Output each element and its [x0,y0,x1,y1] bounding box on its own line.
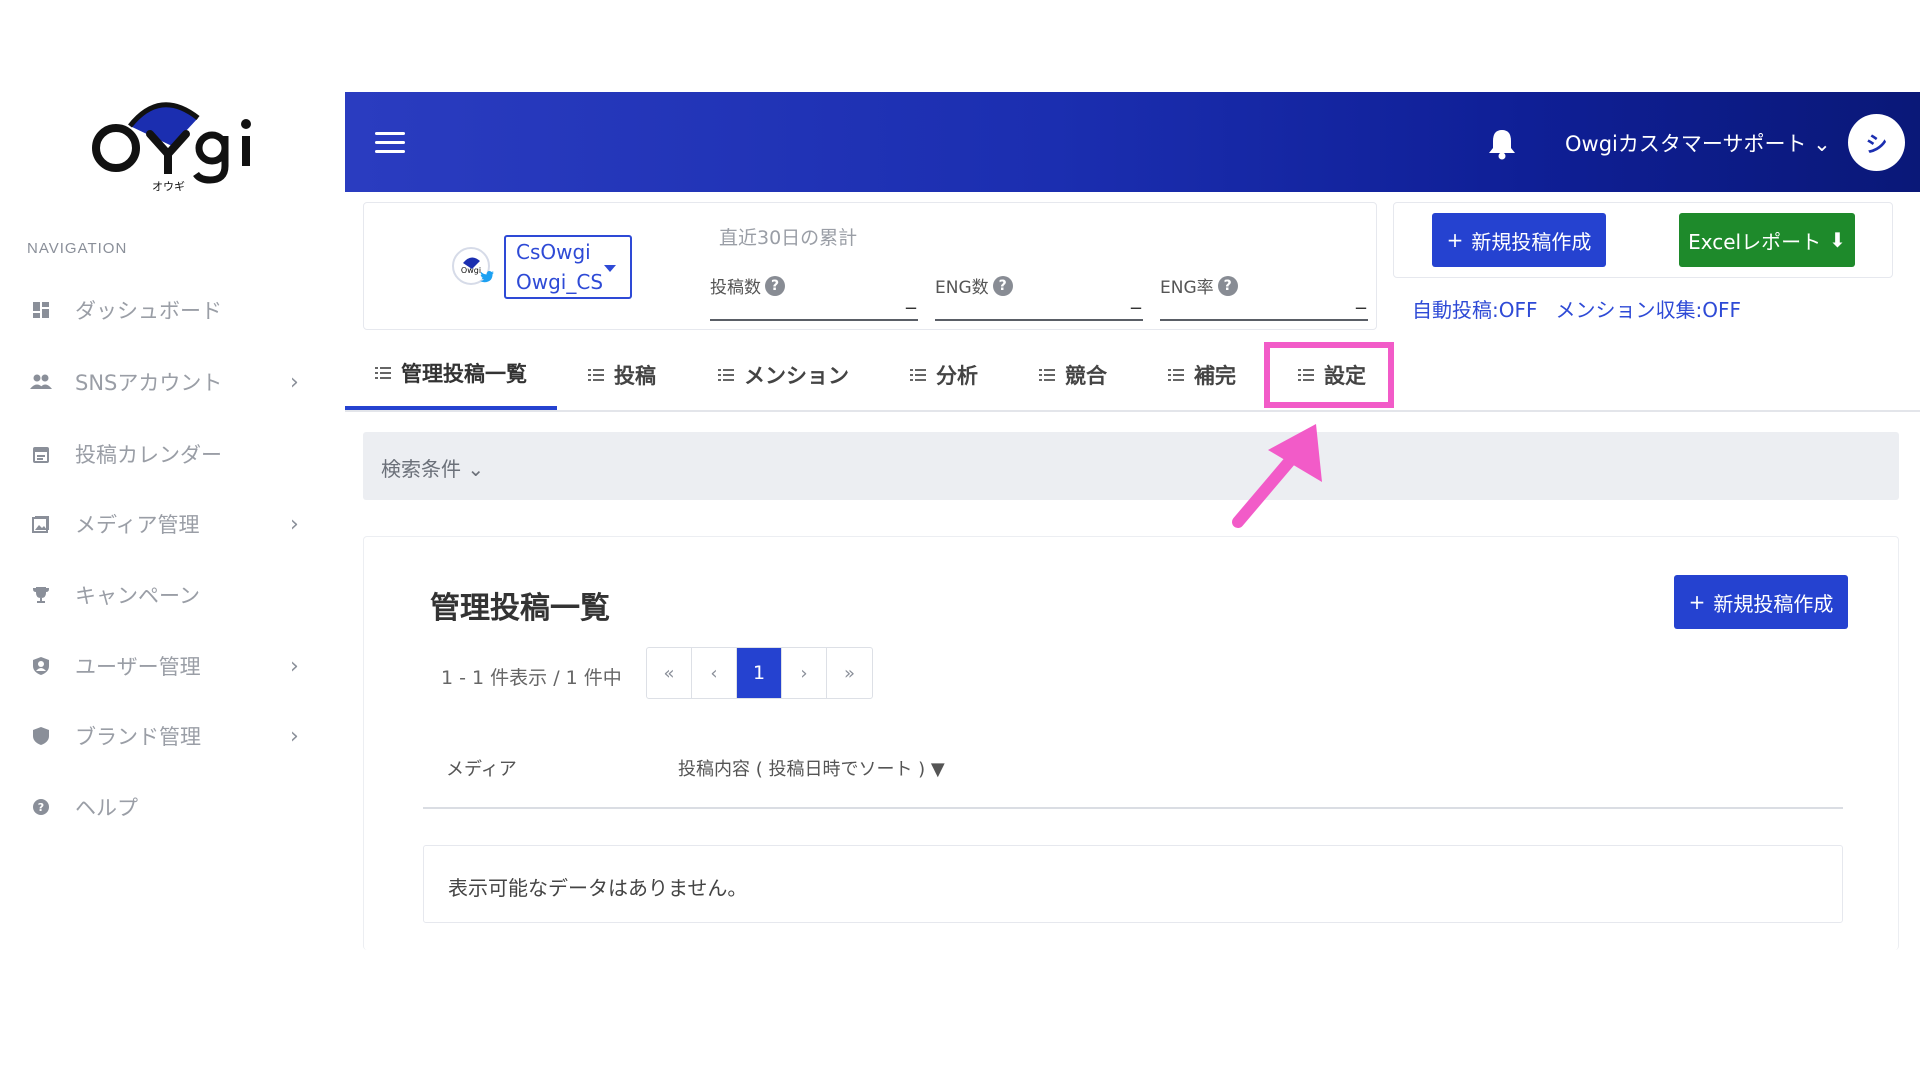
user-shield-icon [30,655,52,677]
avatar[interactable]: シ [1848,114,1905,171]
search-conditions-bar: 検索条件 ⌄ [363,432,1899,500]
sidebar-item-help[interactable]: ? ヘルプ [0,777,345,837]
metric-eng-count: ENG数? _ [935,269,1143,321]
sidebar-item-label: ヘルプ [75,796,138,820]
account-avatar: Owgi [452,247,494,285]
account-summary-card: Owgi CsOwgi Owgi_CS 直近30日の累計 投稿数? _ ENG数… [363,202,1377,330]
list-icon [375,366,391,380]
pager-next-button[interactable]: › [782,648,827,698]
empty-message: 表示可能なデータはありません。 [448,876,748,900]
dashboard-icon [30,299,52,321]
auto-post-status-link[interactable]: 自動投稿:OFF [1412,294,1538,323]
bell-icon[interactable] [1487,128,1517,160]
action-card: + 新規投稿作成 Excelレポート ⬇ [1393,202,1893,278]
chevron-right-icon: › [290,653,299,679]
calendar-icon [30,443,52,465]
sidebar-item-label: ユーザー管理 [75,655,201,679]
sidebar-item-media[interactable]: メディア管理 › [0,494,345,554]
new-post-button[interactable]: + 新規投稿作成 [1674,575,1848,629]
user-menu[interactable]: Owgiカスタマーサポート ⌄ [1565,128,1831,158]
people-icon [30,371,52,393]
plus-icon: + [1446,228,1464,252]
search-conditions-toggle[interactable]: 検索条件 ⌄ [381,453,484,482]
pointer-arrow-icon [1228,420,1338,530]
plus-icon: + [1688,590,1706,614]
sidebar-item-label: キャンペーン [75,584,200,608]
owgi-logo[interactable]: オウギ [88,96,263,193]
status-links: 自動投稿:OFF メンション収集:OFF [1412,294,1741,323]
pagination: « ‹ 1 › » [646,647,873,699]
recent-30-days-label: 直近30日の累計 [719,227,858,249]
metric-value: _ [1131,285,1141,309]
chevron-right-icon: › [290,723,299,749]
pager-page-button[interactable]: 1 [737,648,782,698]
metric-post-count: 投稿数? _ [710,269,918,321]
sidebar-item-post-calendar[interactable]: 投稿カレンダー [0,424,345,484]
caret-down-icon [604,265,616,272]
column-header-content-sort[interactable]: 投稿内容 ( 投稿日時でソート ) ▼ [678,755,945,781]
help-icon: ? [30,796,52,818]
tab-analysis[interactable]: 分析 [910,340,978,410]
trophy-icon [30,584,52,606]
metric-eng-rate: ENG率? _ [1160,269,1368,321]
content-tabs: 管理投稿一覧 投稿 メンション 分析 競合 補完 設定 [345,340,1920,412]
svg-text:オウギ: オウギ [152,180,185,192]
result-count: 1 - 1 件表示 / 1 件中 [441,667,622,689]
sidebar-item-user-management[interactable]: ユーザー管理 › [0,636,345,696]
metric-label: ENG率 [1160,278,1214,298]
pager-last-button[interactable]: » [827,648,872,698]
list-icon [1039,368,1055,382]
hamburger-menu-icon[interactable] [375,132,405,154]
image-icon [30,513,52,535]
account-name: CsOwgi [516,240,591,264]
account-select[interactable]: CsOwgi Owgi_CS [504,235,632,299]
help-icon[interactable]: ? [765,275,785,296]
chevron-right-icon: › [290,369,299,395]
list-icon [588,368,604,382]
help-icon[interactable]: ? [992,275,1013,296]
sidebar-item-label: ダッシュボード [75,299,222,323]
tab-supplement[interactable]: 補完 [1168,340,1236,410]
sidebar-item-campaign[interactable]: キャンペーン [0,565,345,625]
top-header: Owgiカスタマーサポート ⌄ シ [345,92,1920,192]
metric-value: _ [906,285,916,309]
tab-competitors[interactable]: 競合 [1039,340,1107,410]
column-header-media: メディア [446,759,517,780]
sidebar: オウギ NAVIGATION ダッシュボード SNSアカウント › 投稿カレンダ… [0,0,345,950]
table-divider [423,807,1843,809]
list-icon [1168,368,1184,382]
empty-state-row: 表示可能なデータはありません。 [423,845,1843,923]
tab-mentions[interactable]: メンション [718,340,849,410]
list-icon [718,368,734,382]
managed-posts-card: 管理投稿一覧 + 新規投稿作成 1 - 1 件表示 / 1 件中 « ‹ 1 ›… [363,536,1899,950]
settings-tab-highlight [1264,342,1394,408]
chevron-right-icon: › [290,511,299,537]
svg-text:Owgi: Owgi [461,266,481,275]
tab-posts[interactable]: 投稿 [588,340,656,410]
sidebar-item-label: ブランド管理 [75,725,201,749]
twitter-icon [480,271,494,287]
pager-prev-button[interactable]: ‹ [692,648,737,698]
mention-collect-status-link[interactable]: メンション収集:OFF [1556,294,1742,323]
shield-icon [30,725,52,747]
sidebar-item-brand-management[interactable]: ブランド管理 › [0,706,345,766]
svg-text:?: ? [38,801,44,814]
sidebar-item-label: 投稿カレンダー [75,443,222,467]
download-icon: ⬇ [1829,228,1846,252]
help-icon[interactable]: ? [1217,275,1238,296]
sidebar-item-dashboard[interactable]: ダッシュボード [0,280,345,340]
sidebar-item-sns-accounts[interactable]: SNSアカウント › [0,352,345,412]
pager-first-button[interactable]: « [647,648,692,698]
page-title: 管理投稿一覧 [430,591,610,626]
metric-label: 投稿数 [710,278,761,298]
metric-value: _ [1356,285,1366,309]
excel-report-button[interactable]: Excelレポート ⬇ [1679,213,1855,267]
list-icon [910,368,926,382]
sidebar-item-label: メディア管理 [75,513,200,537]
sidebar-item-label: SNSアカウント [75,371,223,395]
metric-label: ENG数 [935,278,989,298]
tab-managed-posts[interactable]: 管理投稿一覧 [345,340,557,410]
nav-title: NAVIGATION [27,240,128,257]
new-post-button[interactable]: + 新規投稿作成 [1432,213,1606,267]
